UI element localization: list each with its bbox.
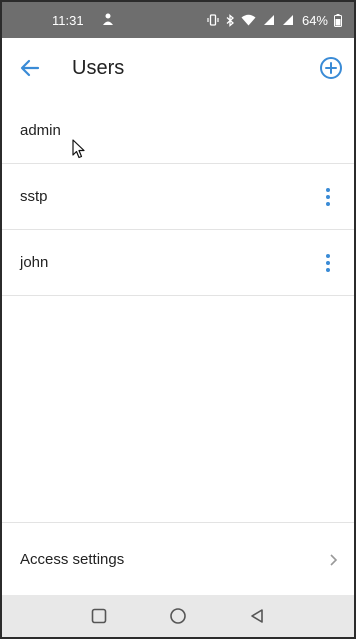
wifi-icon — [241, 14, 256, 26]
home-icon[interactable] — [169, 607, 187, 625]
bluetooth-icon — [225, 13, 235, 27]
battery-icon — [334, 13, 342, 27]
status-bar: 11:31 64% — [2, 2, 354, 38]
access-settings-label: Access settings — [20, 551, 125, 568]
more-vertical-icon[interactable] — [320, 253, 336, 273]
user-name: john — [20, 254, 49, 271]
access-settings-row[interactable]: Access settings — [2, 522, 354, 596]
user-name: sstp — [20, 188, 48, 205]
vibrate-icon — [207, 14, 219, 26]
user-list: admin sstp john — [2, 98, 354, 296]
user-item-sstp[interactable]: sstp — [2, 164, 354, 230]
signal-icon — [262, 14, 275, 26]
user-name: admin — [20, 122, 61, 139]
add-user-icon[interactable] — [318, 55, 344, 81]
recent-apps-icon[interactable] — [91, 608, 107, 624]
status-icons: 64% — [207, 13, 342, 28]
notification-icon — [102, 12, 114, 29]
signal-r-icon — [281, 14, 294, 26]
page-title: Users — [72, 56, 125, 79]
user-item-admin[interactable]: admin — [2, 98, 354, 164]
user-item-john[interactable]: john — [2, 230, 354, 296]
system-nav-bar — [2, 595, 354, 637]
app-bar: Users — [2, 38, 354, 98]
phone-screen: 11:31 64% Users admin sstp john Access s… — [0, 0, 356, 639]
chevron-right-icon — [328, 553, 338, 567]
back-nav-icon[interactable] — [249, 608, 265, 624]
status-time: 11:31 — [52, 12, 84, 28]
battery-percent: 64% — [301, 12, 328, 28]
back-arrow-icon[interactable] — [18, 56, 42, 80]
more-vertical-icon[interactable] — [320, 187, 336, 207]
mouse-pointer-icon — [72, 139, 86, 164]
